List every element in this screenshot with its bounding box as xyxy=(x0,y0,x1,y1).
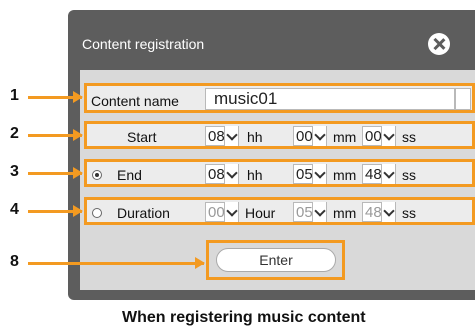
start-hh-unit: hh xyxy=(247,129,263,145)
callout-8: 8 xyxy=(10,253,19,270)
end-ss-unit: ss xyxy=(402,167,416,183)
callout-1: 1 xyxy=(10,87,19,104)
chevron-down-icon xyxy=(224,126,238,146)
start-label: Start xyxy=(127,129,157,145)
start-mm-select[interactable]: 00 xyxy=(293,126,327,146)
duration-row: Duration 00 Hour 05 mm 48 ss xyxy=(84,197,475,225)
end-radio[interactable] xyxy=(92,170,102,180)
start-ss-unit: ss xyxy=(402,129,416,145)
chevron-down-icon xyxy=(381,126,395,146)
duration-ss-select[interactable]: 48 xyxy=(362,202,396,222)
duration-hour-select[interactable]: 00 xyxy=(205,202,239,222)
end-mm-unit: mm xyxy=(333,167,357,183)
callout-2: 2 xyxy=(10,125,19,142)
enter-button[interactable]: Enter xyxy=(216,248,336,272)
end-ss-value: 48 xyxy=(365,166,382,183)
callout-1-leader xyxy=(28,91,83,103)
dialog-title: Content registration xyxy=(82,36,205,52)
duration-mm-value: 05 xyxy=(296,204,313,221)
chevron-down-icon xyxy=(381,164,395,184)
callout-2-leader xyxy=(28,129,83,141)
duration-ss-unit: ss xyxy=(402,205,416,221)
content-name-value: music01 xyxy=(214,89,278,108)
start-row: Start 08 hh 00 mm 00 ss xyxy=(84,121,475,149)
duration-radio[interactable] xyxy=(92,208,102,218)
duration-ss-value: 48 xyxy=(365,204,382,221)
callout-4-leader xyxy=(28,205,83,217)
end-hh-unit: hh xyxy=(247,167,263,183)
callout-4: 4 xyxy=(10,201,19,218)
chevron-down-icon xyxy=(224,202,238,222)
content-name-label: Content name xyxy=(91,93,179,109)
end-mm-select[interactable]: 05 xyxy=(293,164,327,184)
chevron-down-icon xyxy=(224,164,238,184)
chevron-down-icon xyxy=(381,202,395,222)
content-name-input[interactable]: music01 xyxy=(205,88,455,110)
end-ss-select[interactable]: 48 xyxy=(362,164,396,184)
callout-3: 3 xyxy=(10,163,19,180)
start-ss-value: 00 xyxy=(365,128,382,145)
duration-mm-unit: mm xyxy=(333,205,357,221)
end-mm-value: 05 xyxy=(296,166,313,183)
start-hh-select[interactable]: 08 xyxy=(205,126,239,146)
chevron-down-icon xyxy=(312,164,326,184)
duration-hour-value: 00 xyxy=(208,204,225,221)
chevron-down-icon xyxy=(312,202,326,222)
figure-caption: When registering music content xyxy=(122,309,366,326)
start-ss-select[interactable]: 00 xyxy=(362,126,396,146)
end-hh-select[interactable]: 08 xyxy=(205,164,239,184)
close-icon[interactable] xyxy=(428,33,450,55)
start-hh-value: 08 xyxy=(208,128,225,145)
content-name-row: Content name music01 xyxy=(84,83,475,113)
start-mm-unit: mm xyxy=(333,129,357,145)
end-label: End xyxy=(117,167,142,183)
end-hh-value: 08 xyxy=(208,166,225,183)
end-row: End 08 hh 05 mm 48 ss xyxy=(84,159,475,187)
duration-hour-unit: Hour xyxy=(245,205,276,221)
enter-highlight: Enter xyxy=(206,240,345,280)
duration-label: Duration xyxy=(117,205,170,221)
chevron-down-icon xyxy=(312,126,326,146)
callout-8-leader xyxy=(28,257,205,269)
callout-3-leader xyxy=(28,167,83,179)
content-name-picker[interactable] xyxy=(455,88,471,110)
start-mm-value: 00 xyxy=(296,128,313,145)
duration-mm-select[interactable]: 05 xyxy=(293,202,327,222)
